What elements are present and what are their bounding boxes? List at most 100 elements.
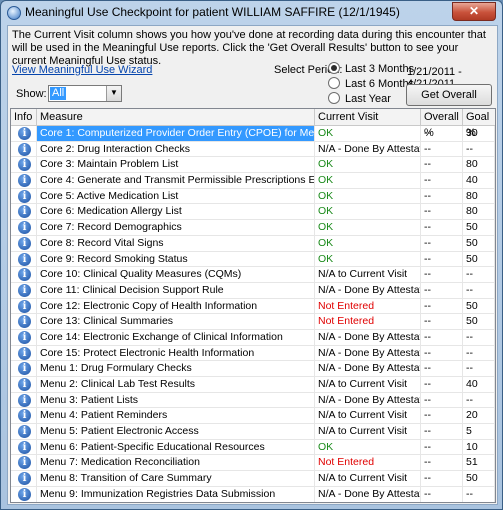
info-cell[interactable]: i (11, 471, 37, 487)
info-icon[interactable]: i (18, 409, 31, 423)
info-icon[interactable]: i (18, 362, 31, 376)
get-overall-results-button[interactable]: Get Overall Results (406, 84, 492, 121)
info-cell[interactable]: i (11, 298, 37, 314)
table-row[interactable]: i Core 9: Record Smoking Status OK -- 50 (11, 251, 495, 268)
info-cell[interactable]: i (11, 455, 37, 471)
current-visit-cell: OK (315, 220, 421, 236)
info-icon[interactable]: i (18, 472, 31, 486)
info-icon[interactable]: i (18, 189, 31, 203)
info-cell[interactable]: i (11, 188, 37, 204)
info-cell[interactable]: i (11, 408, 37, 424)
table-row[interactable]: i Core 2: Drug Interaction Checks N/A - Do… (11, 141, 495, 158)
info-cell[interactable]: i (11, 204, 37, 220)
goal-cell: 50 (463, 314, 495, 330)
info-cell[interactable]: i (11, 173, 37, 189)
table-row[interactable]: i Menu 2: Clinical Lab Test Results N/A to… (11, 377, 495, 393)
info-icon[interactable]: i (18, 315, 31, 329)
table-row[interactable]: i Menu 9: Immunization Registries Data Su… (11, 486, 495, 502)
info-icon[interactable]: i (18, 456, 31, 470)
table-row[interactable]: i Core 12: Electronic Copy of Health Info… (11, 298, 495, 315)
measure-cell: Menu 8: Transition of Care Summary (37, 471, 315, 487)
info-cell[interactable]: i (11, 361, 37, 377)
info-cell[interactable]: i (11, 267, 37, 283)
radio-icon[interactable] (328, 92, 340, 104)
info-cell[interactable]: i (11, 486, 37, 502)
info-icon[interactable]: i (18, 221, 31, 235)
info-icon[interactable]: i (18, 142, 31, 156)
table-row[interactable]: i Menu 8: Transition of Care Summary N/A t… (11, 471, 495, 487)
info-icon[interactable]: i (18, 487, 31, 501)
column-header-goal[interactable]: Goal % (463, 109, 495, 139)
view-wizard-link[interactable]: View Meaningful Use Wizard (12, 64, 152, 76)
current-visit-cell: OK (315, 126, 421, 141)
info-icon[interactable]: i (18, 158, 31, 172)
info-cell[interactable]: i (11, 329, 37, 345)
table-row[interactable]: i Menu 3: Patient Lists N/A - Done By Atte… (11, 392, 495, 409)
period-option-last-year[interactable]: Last Year (328, 92, 391, 106)
info-cell[interactable]: i (11, 157, 37, 173)
info-cell[interactable]: i (11, 503, 37, 504)
table-row[interactable]: i Core 5: Active Medication List OK -- 80 (11, 188, 495, 205)
table-row[interactable]: i Core 15: Protect Electronic Health Info… (11, 345, 495, 362)
radio-selected-icon[interactable] (328, 62, 340, 74)
info-cell[interactable]: i (11, 345, 37, 361)
table-row[interactable]: i Core 8: Record Vital Signs OK -- 50 (11, 235, 495, 252)
table-row[interactable]: i Core 7: Record Demographics OK -- 50 (11, 220, 495, 236)
info-icon[interactable]: i (18, 440, 31, 454)
info-icon[interactable]: i (18, 174, 31, 188)
info-cell[interactable]: i (11, 439, 37, 455)
close-button[interactable]: ✕ (452, 2, 496, 21)
table-row[interactable]: i Core 3: Maintain Problem List OK -- 80 (11, 157, 495, 174)
table-row[interactable]: i Core 6: Medication Allergy List OK -- 80 (11, 204, 495, 221)
info-cell[interactable]: i (11, 141, 37, 157)
measure-cell: Menu 9: Immunization Registries Data Sub… (37, 486, 315, 502)
info-icon[interactable]: i (18, 346, 31, 360)
info-icon[interactable]: i (18, 393, 31, 407)
column-header-info[interactable]: Info (11, 109, 37, 125)
current-visit-cell: N/A - Done By Attestation (315, 503, 421, 504)
table-row[interactable]: i Core 4: Generate and Transmit Permissib… (11, 173, 495, 189)
period-option-last-3-months[interactable]: Last 3 Months (328, 62, 414, 76)
info-cell[interactable]: i (11, 235, 37, 251)
info-cell[interactable]: i (11, 424, 37, 440)
info-icon[interactable]: i (18, 425, 31, 439)
info-icon[interactable]: i (18, 236, 31, 250)
info-icon[interactable]: i (18, 268, 31, 282)
table-row[interactable]: i Menu 6: Patient-Specific Educational Re… (11, 439, 495, 456)
table-row[interactable]: i Menu 1: Drug Formulary Checks N/A - Done… (11, 361, 495, 377)
measure-cell: Core 8: Record Vital Signs (37, 235, 315, 251)
table-row[interactable]: i Menu 7: Medication Reconciliation Not En… (11, 455, 495, 472)
info-cell[interactable]: i (11, 314, 37, 330)
column-header-measure[interactable]: Measure (37, 109, 315, 125)
table-row[interactable]: i Core 13: Clinical Summaries Not Entered -… (11, 314, 495, 330)
show-filter-select[interactable]: All ▼ (48, 85, 122, 102)
info-icon[interactable]: i (18, 330, 31, 344)
column-header-current-visit[interactable]: Current Visit (315, 109, 421, 125)
table-row[interactable]: iMenu 10: Syndromic Surveillance Data Su… (11, 503, 495, 504)
table-row[interactable]: i Core 1: Computerized Provider Order Ent… (11, 126, 495, 142)
info-icon[interactable]: i (18, 252, 31, 266)
overall-cell: -- (421, 329, 463, 345)
info-cell[interactable]: i (11, 282, 37, 298)
column-header-overall[interactable]: Overall % (421, 109, 463, 139)
measures-table[interactable]: Info Measure Current Visit Overall % Goa… (10, 108, 496, 503)
table-row[interactable]: i Menu 5: Patient Electronic Access N/A to… (11, 424, 495, 440)
info-icon[interactable]: i (18, 127, 31, 140)
table-row[interactable]: i Core 10: Clinical Quality Measures (CQM… (11, 267, 495, 283)
info-icon[interactable]: i (18, 283, 31, 297)
table-row[interactable]: i Core 11: Clinical Decision Support Rule… (11, 282, 495, 299)
radio-icon[interactable] (328, 77, 340, 89)
table-row[interactable]: i Core 14: Electronic Exchange of Clinica… (11, 329, 495, 346)
table-row[interactable]: i Menu 4: Patient Reminders N/A to Current… (11, 408, 495, 425)
period-option-last-6-months[interactable]: Last 6 Months (328, 77, 414, 91)
goal-cell: 30 (463, 126, 495, 141)
info-icon[interactable]: i (18, 299, 31, 313)
info-cell[interactable]: i (11, 126, 37, 141)
chevron-down-icon[interactable]: ▼ (106, 86, 121, 101)
info-cell[interactable]: i (11, 392, 37, 408)
info-icon[interactable]: i (18, 378, 31, 391)
info-cell[interactable]: i (11, 220, 37, 236)
info-cell[interactable]: i (11, 251, 37, 267)
info-icon[interactable]: i (18, 205, 31, 219)
info-cell[interactable]: i (11, 377, 37, 392)
